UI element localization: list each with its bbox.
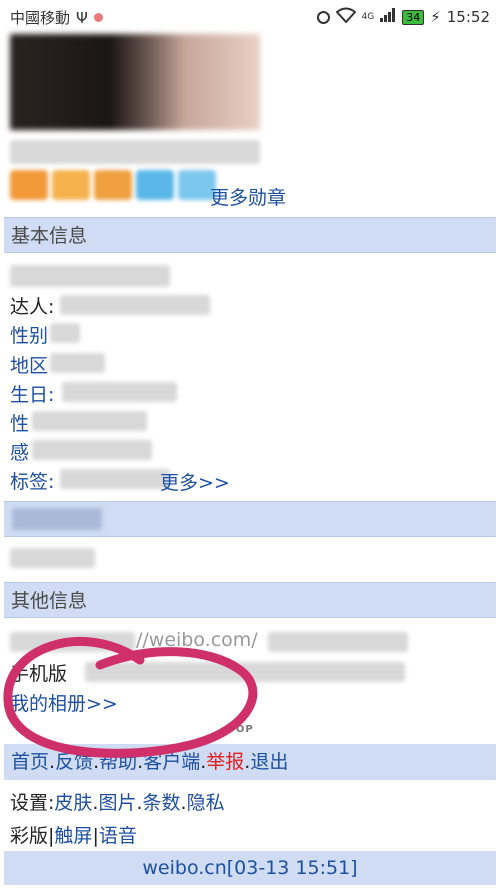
network-type-label: 4G <box>361 12 375 22</box>
redacted-mobile-url <box>85 662 405 682</box>
relationship-link[interactable]: 感 <box>10 438 29 465</box>
settings-count[interactable]: 条数 <box>143 792 181 814</box>
redacted-nickname <box>10 265 170 287</box>
battery-icon: 34 <box>402 9 425 25</box>
redacted-line <box>10 548 95 568</box>
nav-report[interactable]: 举报 <box>206 751 244 773</box>
nav-help[interactable]: 帮助 <box>99 751 137 773</box>
settings-privacy[interactable]: 隐私 <box>187 792 225 814</box>
redacted-relationship <box>32 440 152 460</box>
version-voice[interactable]: 语音 <box>99 825 137 847</box>
daren-line: 达人: <box>10 296 55 318</box>
charging-icon: ⚡ <box>430 8 441 26</box>
section-basic-info: 基本信息 <box>4 217 496 253</box>
redacted-region <box>50 353 105 373</box>
nav-client[interactable]: 客户端 <box>143 751 200 773</box>
region-link[interactable]: 地区 <box>10 351 48 378</box>
redacted-section-title <box>12 508 102 530</box>
mobile-line: 手机版 <box>10 663 68 685</box>
more-medals-link[interactable]: 更多勋章 <box>210 183 286 210</box>
settings-pictures[interactable]: 图片 <box>98 792 136 814</box>
wifi-icon <box>335 7 356 27</box>
tags-more-link[interactable]: 更多>> <box>160 468 230 495</box>
signal-icon <box>380 8 396 26</box>
usb-icon: Ψ <box>76 8 88 27</box>
footer-domain: weibo.cn <box>142 857 227 879</box>
alarm-icon <box>316 10 330 24</box>
redacted-daren <box>60 295 210 315</box>
settings-skin[interactable]: 皮肤 <box>54 792 92 814</box>
redacted-orientation <box>32 411 147 431</box>
version-touch[interactable]: 触屏 <box>54 825 92 847</box>
birthday-link[interactable]: 生日: <box>10 380 54 407</box>
footer-datetime: [03-13 15:51] <box>226 857 358 879</box>
redacted-url <box>268 632 408 652</box>
medal-icon[interactable] <box>94 170 132 200</box>
redacted-birthday <box>62 382 177 402</box>
nav-feedback[interactable]: 反馈 <box>55 751 93 773</box>
nav-home[interactable]: 首页 <box>11 751 49 773</box>
carrier-label: 中國移動 <box>10 9 71 27</box>
version-line: 彩版|触屏|语音 <box>10 821 137 848</box>
redacted-tags <box>60 469 170 489</box>
nav-logout[interactable]: 退出 <box>250 751 288 773</box>
my-album-link[interactable]: 我的相册>> <box>10 689 118 716</box>
tags-line: 标签: <box>10 467 54 494</box>
tags-link[interactable]: 标签: <box>10 471 54 493</box>
redacted-gender <box>50 323 80 343</box>
gender-link[interactable]: 性别 <box>10 321 48 348</box>
settings-label: 设置: <box>10 792 55 814</box>
medal-icon[interactable] <box>10 170 48 200</box>
footer-nav: 首页.反馈.帮助.客户端.举报.退出 <box>4 744 496 780</box>
back-to-top-icon[interactable]: TOP <box>228 724 254 735</box>
settings-line: 设置:皮肤.图片.条数.隐私 <box>10 788 225 815</box>
version-color: 彩版 <box>10 825 49 847</box>
clock: 15:52 <box>446 8 490 26</box>
weibo-url-line: //weibo.com/ <box>136 629 258 651</box>
medal-icon[interactable] <box>136 170 174 200</box>
redacted-name <box>10 140 260 164</box>
notification-icon <box>93 13 103 22</box>
redacted-url-prefix <box>10 632 135 652</box>
status-bar: 中國移動 Ψ 4G 34 ⚡ 15:52 <box>0 0 500 34</box>
medal-icon[interactable] <box>52 170 90 200</box>
orientation-link[interactable]: 性 <box>10 409 29 436</box>
medal-row <box>10 170 216 200</box>
page-footer: weibo.cn[03-13 15:51] <box>4 851 496 885</box>
section-other-info: 其他信息 <box>4 582 496 618</box>
profile-photo[interactable] <box>10 34 260 130</box>
